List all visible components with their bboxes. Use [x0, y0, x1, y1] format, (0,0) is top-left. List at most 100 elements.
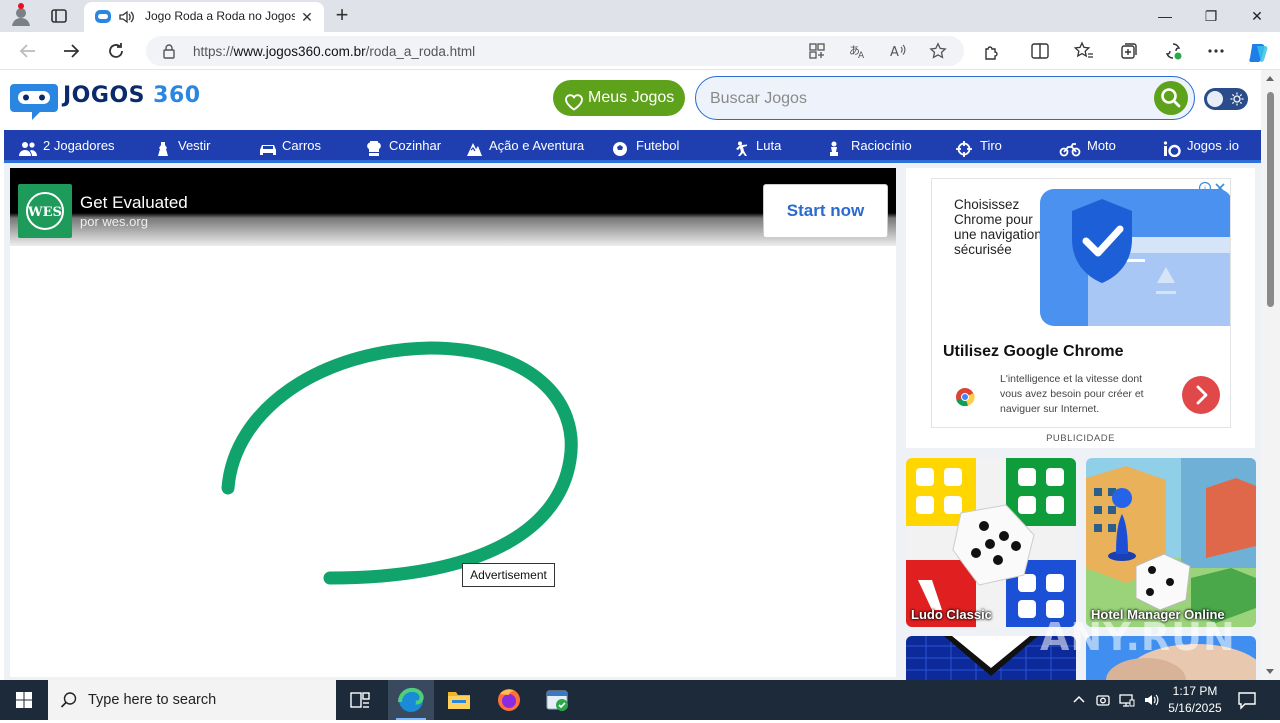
new-tab-button[interactable]: +	[330, 4, 354, 28]
favorite-star-icon[interactable]	[929, 42, 947, 60]
taskbar-app-4[interactable]	[534, 680, 580, 720]
taskbar-edge[interactable]	[388, 680, 434, 720]
taskbar-file-explorer[interactable]	[436, 680, 482, 720]
heart-icon	[564, 89, 584, 111]
search-button[interactable]	[1154, 81, 1188, 115]
lock-icon[interactable]	[162, 43, 176, 59]
active-tab[interactable]: Jogo Roda a Roda no Jogos ✕	[84, 2, 324, 32]
category-cozinhar[interactable]: Cozinhar	[365, 130, 441, 160]
category-label: Vestir	[178, 138, 211, 153]
close-tab-icon[interactable]: ✕	[299, 9, 315, 25]
category-moto[interactable]: Moto	[1059, 130, 1116, 160]
installer-icon	[546, 690, 568, 711]
spinner-arc	[221, 341, 578, 585]
scroll-down-arrow-icon[interactable]	[1265, 668, 1275, 676]
url-path: /roda_a_roda.html	[365, 44, 476, 59]
category-acao-e-aventura[interactable]: Ação e Aventura	[465, 130, 584, 160]
read-aloud-icon[interactable]: A	[889, 42, 907, 60]
url-text[interactable]: https://www.jogos360.com.br/roda_a_roda.…	[193, 44, 475, 59]
dark-mode-toggle[interactable]	[1204, 88, 1248, 110]
restore-button[interactable]: ❐	[1188, 0, 1234, 32]
chrome-ad[interactable]: i Choisissez Chrome pour une navigation …	[931, 178, 1231, 428]
adventure-icon	[465, 137, 483, 157]
category-jogos-io[interactable]: Jogos .io	[1163, 130, 1239, 160]
volume-icon[interactable]	[1143, 692, 1159, 708]
translate-icon[interactable]: あA	[848, 42, 866, 61]
ad-body: L'intelligence et la vitesse dont vous a…	[1000, 373, 1144, 415]
page-scrollbar[interactable]	[1261, 70, 1280, 680]
category-nav: 2 Jogadores Vestir Carros Cozinhar Ação …	[4, 130, 1261, 163]
ludo-classic-thumbnail	[906, 458, 1076, 627]
taskbar-search-box[interactable]: Type here to search	[48, 680, 336, 720]
top-ad-banner[interactable]: WES Get Evaluated por wes.org Start now	[10, 168, 896, 246]
more-options-icon[interactable]	[1206, 41, 1226, 61]
ad-headline: Utilisez Google Chrome	[943, 343, 1124, 360]
svg-text:A: A	[890, 45, 899, 60]
category-vestir[interactable]: Vestir	[154, 130, 211, 160]
meet-now-icon[interactable]	[1095, 692, 1111, 708]
fighter-icon	[732, 137, 750, 157]
toggle-knob	[1207, 91, 1223, 107]
close-window-button[interactable]: ✕	[1234, 0, 1280, 32]
publicidade-label: PUBLICIDADE	[1046, 433, 1115, 444]
motorcycle-icon	[1059, 137, 1081, 157]
split-screen-icon[interactable]	[1030, 41, 1050, 61]
tray-chevron-up-icon[interactable]	[1071, 692, 1087, 708]
sidebar-ad-container: i Choisissez Chrome pour une navigation …	[906, 168, 1255, 448]
anyrun-watermark: ANY.RUN	[1040, 615, 1236, 659]
category-tiro[interactable]: Tiro	[956, 130, 1002, 160]
ad-french-text: Choisissez Chrome pour une navigation sé…	[954, 197, 1042, 257]
jogos360-logo-icon[interactable]	[10, 80, 58, 120]
two-players-icon	[19, 137, 37, 157]
notifications-icon[interactable]	[1237, 690, 1257, 710]
back-icon[interactable]	[17, 40, 39, 62]
speaker-icon[interactable]	[118, 9, 136, 25]
task-view-button[interactable]	[337, 680, 383, 720]
category-futebol[interactable]: Futebol	[612, 130, 679, 160]
search-input[interactable]	[710, 88, 1140, 110]
game-tile-ludo-classic[interactable]: Ludo Classic	[906, 458, 1076, 627]
ad-subtitle: por wes.org	[80, 214, 148, 229]
taskbar-clock[interactable]: 1:17 PM 5/16/2025	[1164, 683, 1226, 717]
tab-title: Jogo Roda a Roda no Jogos	[145, 9, 295, 23]
network-icon[interactable]	[1119, 692, 1135, 708]
refresh-icon[interactable]	[105, 40, 127, 62]
chef-hat-icon	[365, 137, 383, 157]
category-2-jogadores[interactable]: 2 Jogadores	[19, 130, 115, 160]
category-carros[interactable]: Carros	[258, 130, 321, 160]
app-available-icon[interactable]	[808, 42, 826, 60]
browser-title-bar: Jogo Roda a Roda no Jogos ✕ + — ❐ ✕	[0, 0, 1280, 32]
category-label: Futebol	[636, 138, 680, 153]
meus-jogos-button[interactable]: Meus Jogos	[553, 80, 685, 116]
category-luta[interactable]: Luta	[732, 130, 781, 160]
wes-logo-text: WES	[27, 205, 62, 220]
site-logo-text[interactable]: JOGOS 360	[63, 83, 201, 108]
copilot-icon[interactable]	[1247, 40, 1271, 64]
windows-logo-icon	[16, 692, 32, 708]
taskbar-firefox[interactable]	[486, 680, 532, 720]
url-domain: www.jogos360.com.br	[233, 44, 366, 59]
category-label: Carros	[282, 138, 322, 153]
category-label: Ação e Aventura	[489, 138, 585, 153]
clock-date: 5/16/2025	[1168, 701, 1222, 715]
extensions-icon[interactable]	[981, 41, 1001, 61]
game-tile-hotel-manager-online[interactable]: Hotel Manager Online	[1086, 458, 1256, 627]
start-now-button[interactable]: Start now	[763, 184, 888, 238]
minimize-button[interactable]: —	[1142, 0, 1188, 32]
crosshair-icon	[956, 137, 974, 158]
scroll-up-arrow-icon[interactable]	[1265, 74, 1275, 82]
start-button[interactable]	[0, 680, 48, 720]
category-raciocinio[interactable]: Raciocínio	[827, 130, 912, 160]
svg-text:A: A	[858, 51, 865, 60]
task-view-icon	[350, 692, 370, 708]
sun-icon	[1230, 92, 1244, 106]
browser-essentials-icon[interactable]	[1163, 41, 1183, 61]
collections-icon[interactable]	[1119, 41, 1139, 61]
favorites-icon[interactable]	[1073, 41, 1094, 61]
scrollbar-thumb[interactable]	[1267, 92, 1274, 307]
address-bar[interactable]: https://www.jogos360.com.br/roda_a_roda.…	[146, 36, 964, 66]
chess-icon	[827, 137, 845, 157]
forward-icon[interactable]	[60, 40, 82, 62]
tab-actions-icon[interactable]	[50, 7, 68, 25]
ad-arrow-button[interactable]	[1182, 376, 1220, 414]
